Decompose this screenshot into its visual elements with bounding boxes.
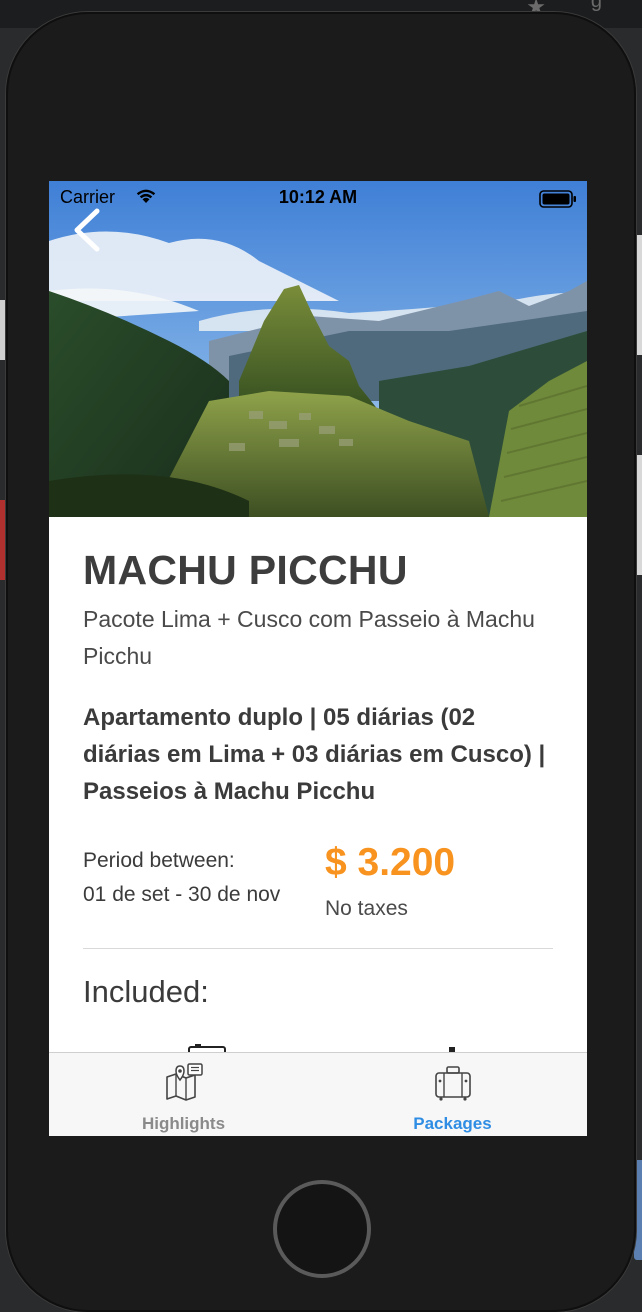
luggage-icon — [434, 1066, 471, 1101]
map-location-icon — [165, 1063, 203, 1101]
machu-picchu-landscape-image — [49, 181, 587, 517]
back-chevron-icon[interactable] — [67, 207, 107, 253]
home-button[interactable] — [273, 1180, 371, 1278]
status-time: 10:12 AM — [278, 187, 358, 207]
app-screen: Carrier 10:12 AM MACHU PICCHU Pacote Lim… — [49, 181, 587, 1136]
tab-highlights-label: Highlights — [141, 1114, 226, 1133]
tab-highlights[interactable]: Highlights — [49, 1053, 318, 1136]
tab-packages-label: Packages — [413, 1114, 492, 1133]
package-price: $ 3.200 — [325, 841, 456, 884]
period-dates: 01 de set - 30 de nov — [83, 883, 281, 906]
price-note: No taxes — [325, 897, 408, 920]
included-heading: Included: — [83, 974, 209, 1009]
status-bar: Carrier 10:12 AM — [49, 181, 587, 215]
battery-icon — [539, 190, 576, 208]
tab-bar: Highlights Packages — [49, 1052, 587, 1136]
package-description: Apartamento duplo | 05 diárias (02 diári… — [83, 704, 546, 805]
tab-packages[interactable]: Packages — [318, 1053, 587, 1136]
period-label: Period between: — [83, 849, 235, 872]
hero-image: Carrier 10:12 AM — [49, 181, 587, 517]
package-subtitle: Pacote Lima + Cusco com Passeio à Machu … — [83, 606, 535, 669]
package-title: MACHU PICCHU — [83, 547, 408, 593]
section-divider — [83, 948, 553, 949]
background-glyph-icon: g — [590, 0, 602, 12]
